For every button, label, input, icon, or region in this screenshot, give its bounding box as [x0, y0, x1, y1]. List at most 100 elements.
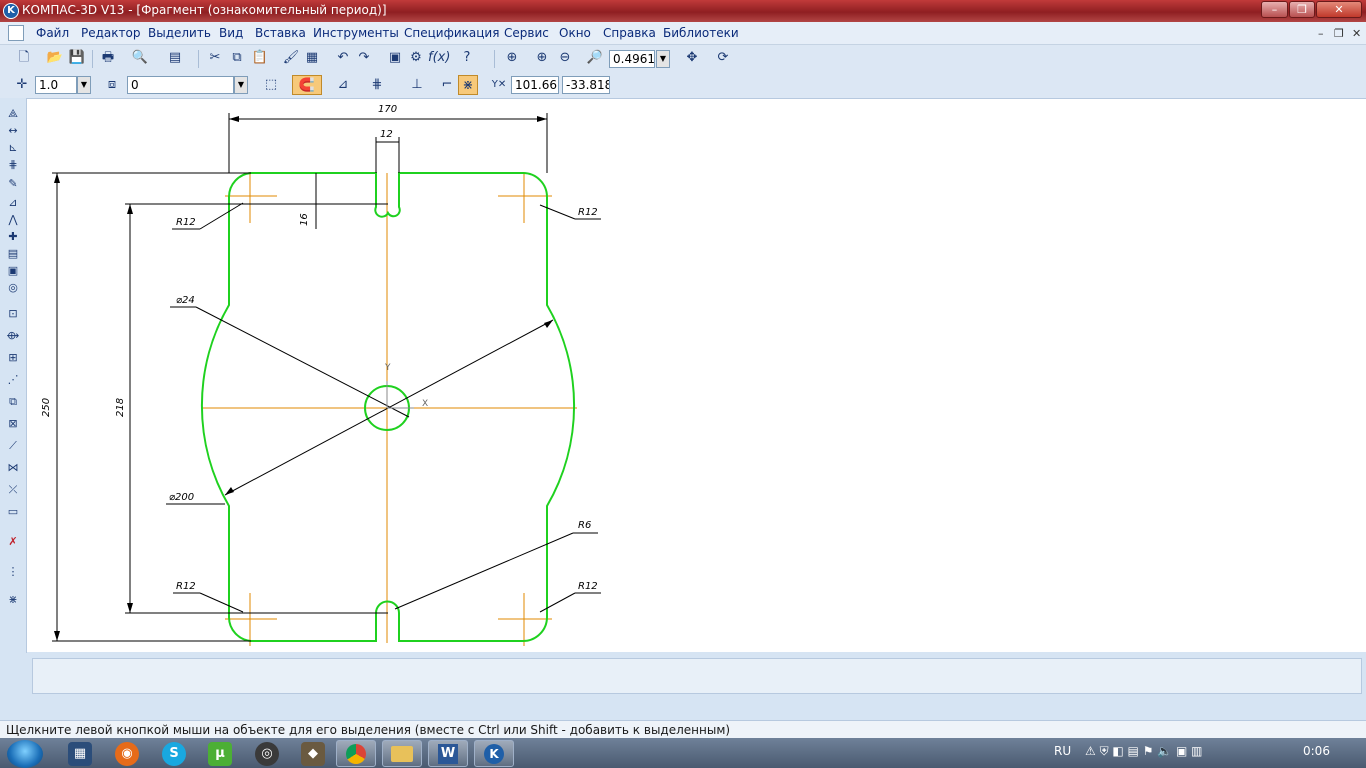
clock[interactable]: 0:06 [1303, 744, 1330, 758]
layer-icon[interactable]: ⧈ [102, 75, 122, 95]
taskbar-chrome[interactable] [336, 740, 376, 767]
taskbar-explorer[interactable] [382, 740, 422, 767]
library-icon[interactable]: ⚙ [406, 48, 426, 68]
menu-libraries[interactable]: Библиотеки [663, 26, 739, 40]
print-icon[interactable]: 🖶 [98, 48, 118, 68]
local-cs-icon[interactable]: ⊥ [407, 75, 427, 95]
report-icon[interactable]: ▤ [4, 246, 22, 262]
menu-view[interactable]: Вид [219, 26, 243, 40]
minimize-button[interactable]: – [1261, 1, 1288, 18]
save-icon[interactable]: 💾 [67, 48, 87, 68]
menu-editor[interactable]: Редактор [81, 26, 140, 40]
document-icon[interactable] [8, 25, 24, 41]
properties-icon[interactable]: ▦ [302, 48, 322, 68]
part-contour[interactable] [200, 172, 576, 642]
zoom-scale-field[interactable]: 0.4961 [609, 50, 655, 68]
menu-specification[interactable]: Спецификация [404, 26, 499, 40]
step-field[interactable]: 1.0 [35, 76, 77, 94]
step-dropdown[interactable]: ▼ [77, 76, 91, 94]
mdi-minimize-button[interactable]: – [1318, 27, 1324, 40]
cut-icon[interactable]: ✂ [205, 48, 225, 68]
insert-fragment-icon[interactable]: ▣ [4, 263, 22, 279]
pan-icon[interactable]: ✥ [682, 48, 702, 68]
parametrization-icon[interactable]: ✎ [4, 176, 22, 192]
coord-y-field[interactable]: -33.818 [562, 76, 610, 94]
manager-icon[interactable]: ▤ [165, 48, 185, 68]
paste-icon[interactable]: 📋 [250, 48, 270, 68]
ortho-mode-icon[interactable]: ⌐ [437, 75, 457, 95]
language-indicator[interactable]: RU [1054, 744, 1071, 758]
point-icon[interactable]: ⊡ [4, 306, 22, 322]
utorrent-icon[interactable]: µ [208, 742, 232, 766]
drawing-canvas[interactable]: 170 12 16 250 218 R12 R12 ⌀24 ⌀200 R6 R1… [27, 98, 1366, 652]
kompas-app-icon[interactable]: K [3, 3, 19, 19]
menu-tools[interactable]: Инструменты [313, 26, 399, 40]
new-document-icon[interactable]: 🗋 [14, 48, 34, 68]
dimensions-icon[interactable]: ↔ [4, 123, 22, 139]
snap-magnet-icon[interactable]: 🧲 [292, 75, 322, 95]
redo-icon[interactable]: ↷ [354, 48, 374, 68]
menu-select[interactable]: Выделить [148, 26, 211, 40]
open-folder-icon[interactable]: 📂 [45, 48, 65, 68]
layers-icon[interactable]: ▣ [385, 48, 405, 68]
maximize-button[interactable]: ❐ [1289, 1, 1315, 18]
zoom-scale-icon[interactable]: 🔎 [585, 48, 605, 68]
contour-icon[interactable]: ⋇ [4, 592, 22, 608]
layer-field[interactable]: 0 [127, 76, 234, 94]
undo-icon[interactable]: ↶ [333, 48, 353, 68]
mdi-restore-button[interactable]: ❐ [1334, 27, 1344, 40]
macro-icon[interactable]: ◎ [4, 280, 22, 296]
taskbar-word[interactable]: W [428, 740, 468, 767]
steam-icon[interactable]: ◎ [255, 742, 279, 766]
help-cursor-icon[interactable]: ? [457, 48, 477, 68]
format-brush-icon[interactable]: 🖌 [281, 48, 301, 68]
zoom-scale-dropdown[interactable]: ▼ [656, 50, 670, 68]
measure-icon[interactable]: ⊿ [4, 195, 22, 211]
segment-icon[interactable]: ⊞ [4, 350, 22, 366]
arc-icon[interactable]: ⧉ [4, 394, 22, 410]
snap-mode-icon[interactable]: ⋇ [458, 75, 478, 95]
circle-icon[interactable]: ⋰ [4, 372, 22, 388]
close-button[interactable]: ✕ [1316, 1, 1362, 18]
ortho-icon[interactable]: ⊿ [333, 75, 353, 95]
grid-icon[interactable]: ⋕ [367, 75, 387, 95]
view-icon[interactable]: ⬚ [261, 75, 281, 95]
preview-icon[interactable]: 🔍 [130, 48, 150, 68]
zoom-out-icon[interactable]: ⊖ [555, 48, 575, 68]
polyline-icon[interactable]: ⟋ [4, 438, 22, 454]
game-icon[interactable]: ◆ [301, 742, 325, 766]
firefox-icon[interactable]: ◉ [115, 742, 139, 766]
hatch-icon[interactable]: ⋮ [4, 564, 22, 580]
edit-icon[interactable]: ⋕ [4, 157, 22, 173]
zoom-window-icon[interactable]: ⊕ [502, 48, 522, 68]
skype-icon[interactable]: S [162, 742, 186, 766]
step-cursor-icon[interactable]: ✛ [12, 75, 32, 95]
delete-icon[interactable]: ✗ [4, 534, 22, 550]
mdi-close-button[interactable]: ✕ [1352, 27, 1361, 40]
menu-file[interactable]: Файл [36, 26, 69, 40]
aux-line-icon[interactable]: ⟴ [4, 328, 22, 344]
copy-icon[interactable]: ⧉ [227, 48, 247, 68]
menu-service[interactable]: Сервис [504, 26, 549, 40]
ellipse-icon[interactable]: ⊠ [4, 416, 22, 432]
zoom-in-icon[interactable]: ⊕ [532, 48, 552, 68]
coord-x-field[interactable]: 101.66( [511, 76, 559, 94]
designations-icon[interactable]: ⊾ [4, 140, 22, 156]
menu-insert[interactable]: Вставка [255, 26, 306, 40]
menu-help[interactable]: Справка [603, 26, 656, 40]
chamfer-icon[interactable]: ⤫ [4, 482, 22, 498]
tray-icons[interactable]: ⚠ ⛨ ◧ ▤ ⚑ 🔈 ▣ ▥ [1085, 744, 1203, 759]
spec-icon[interactable]: ✚ [4, 229, 22, 245]
start-button[interactable] [7, 740, 43, 768]
geometry-icon[interactable]: ⟁ [4, 106, 22, 122]
layer-dropdown[interactable]: ▼ [234, 76, 248, 94]
taskbar-kompas[interactable]: K [474, 740, 514, 767]
drawing-svg[interactable]: 170 12 16 250 218 R12 R12 ⌀24 ⌀200 R6 R1… [27, 99, 1366, 652]
refresh-icon[interactable]: ⟳ [713, 48, 733, 68]
variables-icon[interactable]: f(x) [428, 48, 450, 68]
menu-window[interactable]: Окно [559, 26, 591, 40]
rectangle-icon[interactable]: ▭ [4, 504, 22, 520]
show-desktop-icon[interactable]: ▦ [68, 742, 92, 766]
properties-panel-area[interactable] [32, 658, 1362, 694]
spline-icon[interactable]: ⋈ [4, 460, 22, 476]
